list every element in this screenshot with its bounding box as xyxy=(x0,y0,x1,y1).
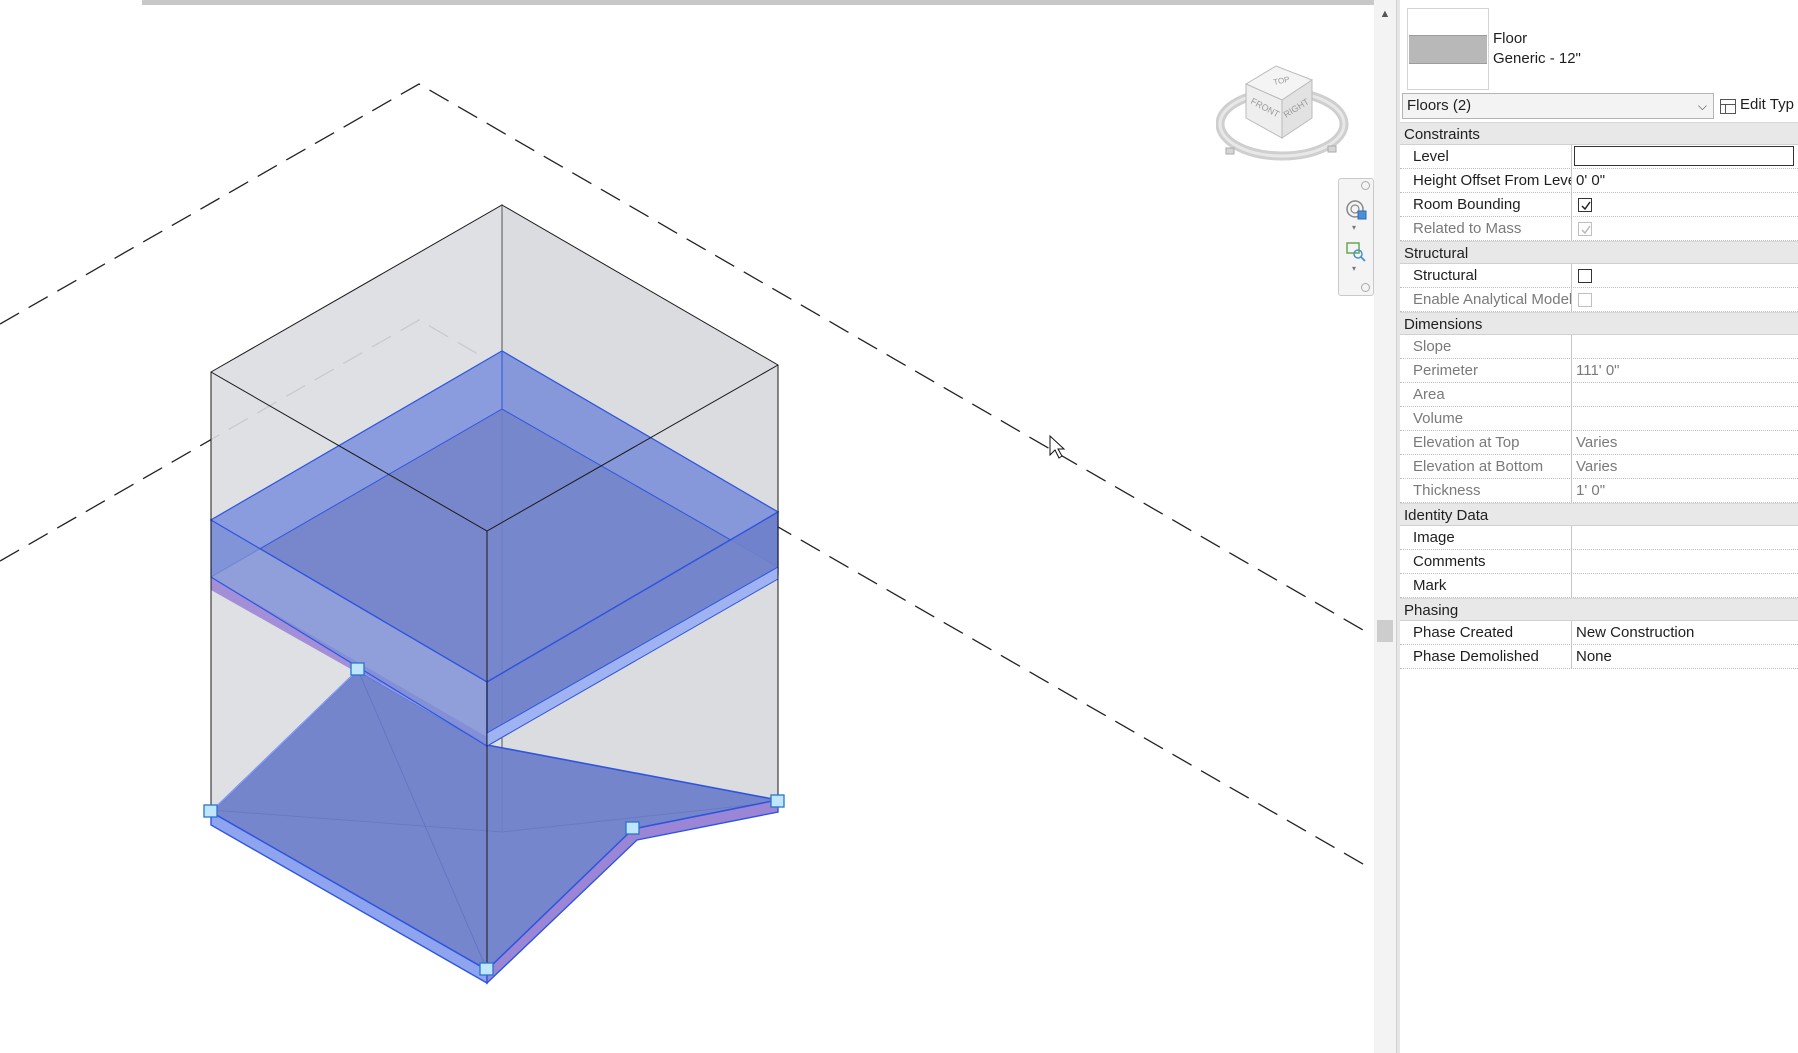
viewcube[interactable]: TOP FRONT RIGHT xyxy=(1216,56,1356,168)
type-preview-image xyxy=(1407,8,1489,90)
prop-row-elevation-top: Elevation at Top Varies xyxy=(1400,431,1798,455)
prop-value: 111' 0" xyxy=(1576,362,1620,379)
prop-row-slope: Slope xyxy=(1400,335,1798,359)
prop-name: Elevation at Bottom xyxy=(1400,455,1572,478)
prop-name: Perimeter xyxy=(1400,359,1572,382)
prop-value[interactable] xyxy=(1572,526,1798,549)
view-vertical-scrollbar[interactable]: ▲ xyxy=(1374,0,1396,1053)
prop-name: Phase Demolished xyxy=(1400,645,1572,668)
type-name[interactable]: Generic - 12" xyxy=(1493,50,1581,67)
structural-checkbox[interactable] xyxy=(1578,269,1592,283)
navbar-options-icon[interactable] xyxy=(1361,283,1370,292)
grip-handle[interactable] xyxy=(770,794,785,808)
prop-name: Room Bounding xyxy=(1400,193,1572,216)
prop-row-area: Area xyxy=(1400,383,1798,407)
edit-type-button[interactable]: Edit Typ xyxy=(1718,93,1794,119)
prop-name: Image xyxy=(1400,526,1572,549)
prop-row-height-offset[interactable]: Height Offset From Level 0' 0" xyxy=(1400,169,1798,193)
grip-handle[interactable] xyxy=(479,962,494,976)
prop-name: Structural xyxy=(1400,264,1572,287)
scroll-thumb[interactable] xyxy=(1377,620,1393,642)
zoom-icon[interactable] xyxy=(1345,241,1367,263)
prop-row-thickness: Thickness 1' 0" xyxy=(1400,479,1798,503)
viewcube-compass-marker[interactable] xyxy=(1327,145,1337,153)
properties-palette: Floor Generic - 12" Floors (2) ⌵ Edit Ty… xyxy=(1400,0,1798,1053)
3d-viewport[interactable]: TOP FRONT RIGHT ▾ ▾ xyxy=(0,0,1380,1053)
instance-filter-dropdown[interactable]: Floors (2) ⌵ xyxy=(1402,93,1714,119)
prop-value[interactable]: None xyxy=(1572,645,1798,668)
prop-row-level[interactable]: Level xyxy=(1400,145,1798,169)
group-phasing[interactable]: Phasing xyxy=(1400,598,1798,621)
viewcube-compass-marker[interactable] xyxy=(1225,147,1235,155)
prop-value: Varies xyxy=(1576,434,1618,451)
group-structural[interactable]: Structural xyxy=(1400,241,1798,264)
related-to-mass-checkbox xyxy=(1578,222,1592,236)
prop-name: Mark xyxy=(1400,574,1572,597)
prop-row-phase-demolished[interactable]: Phase Demolished None xyxy=(1400,645,1798,669)
level-value-input[interactable] xyxy=(1574,146,1794,166)
prop-value[interactable] xyxy=(1572,574,1798,597)
prop-name: Phase Created xyxy=(1400,621,1572,644)
prop-row-room-bounding[interactable]: Room Bounding xyxy=(1400,193,1798,217)
instance-filter-value: Floors (2) xyxy=(1407,97,1472,114)
grip-handle[interactable] xyxy=(203,804,218,818)
prop-value xyxy=(1572,407,1798,430)
prop-row-structural[interactable]: Structural xyxy=(1400,264,1798,288)
prop-value: 1' 0" xyxy=(1576,482,1606,499)
prop-value: Varies xyxy=(1576,458,1618,475)
prop-value xyxy=(1572,383,1798,406)
prop-row-analytical-model: Enable Analytical Model xyxy=(1400,288,1798,312)
prop-row-related-to-mass: Related to Mass xyxy=(1400,217,1798,241)
properties-grid: Constraints Level Height Offset From Lev… xyxy=(1400,122,1798,669)
chevron-down-icon[interactable]: ▾ xyxy=(1352,265,1360,273)
navigation-bar[interactable]: ▾ ▾ xyxy=(1338,178,1374,296)
prop-row-elevation-bottom: Elevation at Bottom Varies xyxy=(1400,455,1798,479)
type-family-name[interactable]: Floor xyxy=(1493,30,1527,47)
group-dimensions[interactable]: Dimensions xyxy=(1400,312,1798,335)
model-scene[interactable] xyxy=(0,0,1380,1053)
prop-row-phase-created[interactable]: Phase Created New Construction xyxy=(1400,621,1798,645)
analytical-model-checkbox xyxy=(1578,293,1592,307)
chevron-down-icon: ⌵ xyxy=(1697,99,1707,113)
prop-name: Elevation at Top xyxy=(1400,431,1572,454)
group-constraints[interactable]: Constraints xyxy=(1400,122,1798,145)
prop-row-image[interactable]: Image xyxy=(1400,526,1798,550)
prop-name: Level xyxy=(1400,145,1572,168)
prop-name: Related to Mass xyxy=(1400,217,1572,240)
steering-wheel-icon[interactable] xyxy=(1345,199,1367,221)
chevron-down-icon[interactable]: ▾ xyxy=(1352,224,1360,232)
prop-name: Thickness xyxy=(1400,479,1572,502)
prop-value[interactable]: 0' 0" xyxy=(1572,169,1798,192)
prop-row-comments[interactable]: Comments xyxy=(1400,550,1798,574)
group-identity-data[interactable]: Identity Data xyxy=(1400,503,1798,526)
navbar-close-icon[interactable] xyxy=(1361,181,1370,190)
edit-type-label: Edit Typ xyxy=(1740,96,1794,113)
grip-handle[interactable] xyxy=(625,821,640,835)
prop-name: Slope xyxy=(1400,335,1572,358)
prop-row-perimeter: Perimeter 111' 0" xyxy=(1400,359,1798,383)
mouse-cursor-icon xyxy=(1049,434,1066,459)
prop-name: Height Offset From Level xyxy=(1400,169,1572,192)
edit-type-icon xyxy=(1720,99,1736,114)
prop-row-volume: Volume xyxy=(1400,407,1798,431)
prop-name: Area xyxy=(1400,383,1572,406)
room-bounding-checkbox[interactable] xyxy=(1578,198,1592,212)
prop-value[interactable]: New Construction xyxy=(1572,621,1798,644)
prop-name: Enable Analytical Model xyxy=(1400,288,1572,311)
prop-value[interactable] xyxy=(1572,550,1798,573)
scroll-up-icon[interactable]: ▲ xyxy=(1378,8,1392,20)
prop-row-mark[interactable]: Mark xyxy=(1400,574,1798,598)
grip-handle[interactable] xyxy=(350,662,365,676)
prop-name: Comments xyxy=(1400,550,1572,573)
prop-name: Volume xyxy=(1400,407,1572,430)
prop-value xyxy=(1572,335,1798,358)
